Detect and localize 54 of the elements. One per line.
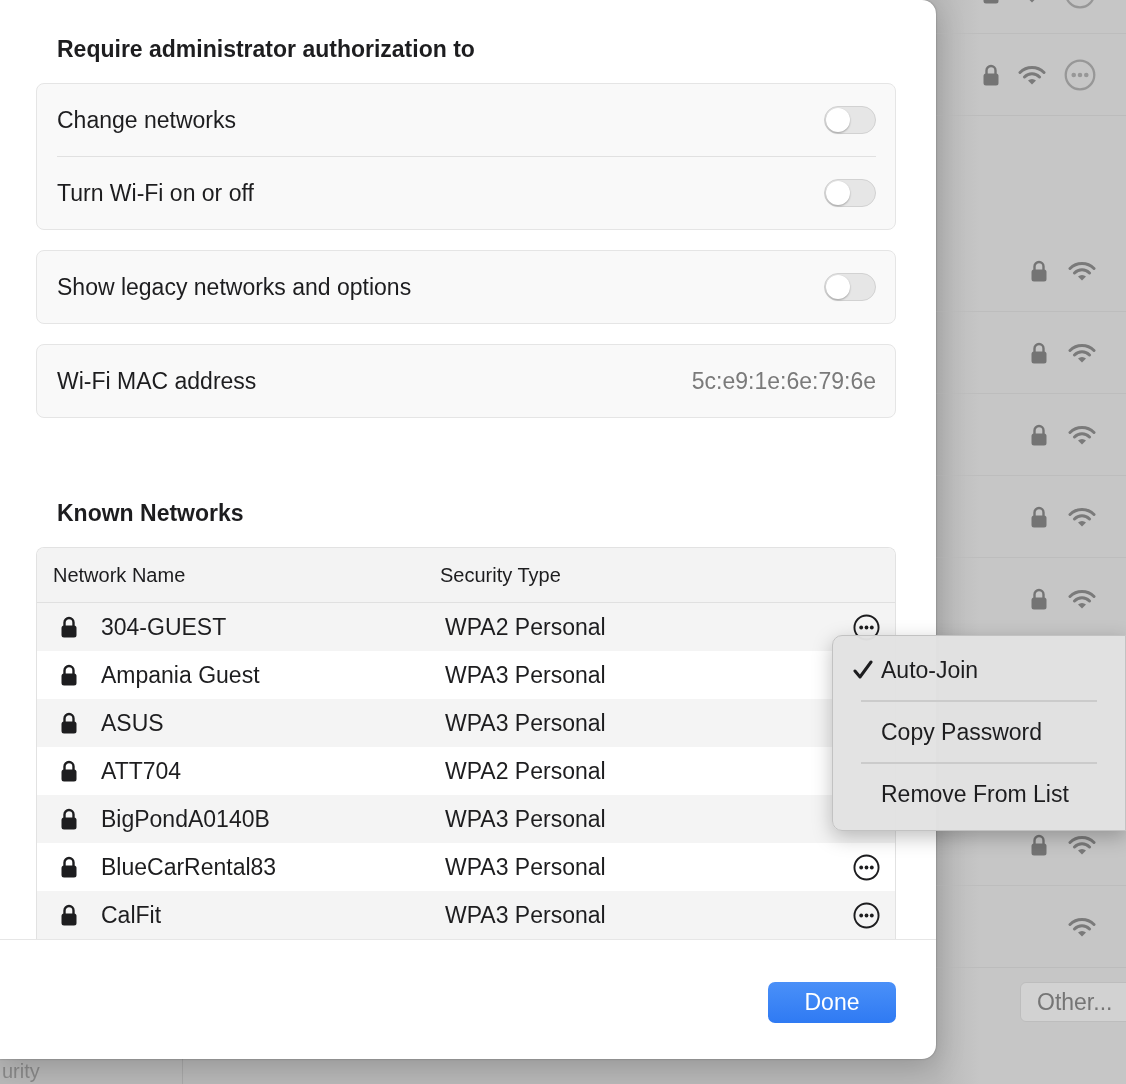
lock-icon (60, 664, 78, 686)
wifi-icon (1018, 64, 1046, 85)
setting-label: Turn Wi-Fi on or off (57, 179, 254, 207)
security-type: WPA3 Personal (445, 853, 607, 881)
lock-icon (60, 808, 78, 830)
wifi-icon (1068, 834, 1096, 855)
lock-icon (1030, 259, 1048, 282)
network-name: BlueCarRental83 (101, 853, 278, 881)
lock-icon (982, 63, 1000, 86)
security-type: WPA2 Personal (445, 757, 607, 785)
section-title: Require administrator authorization to (56, 35, 476, 64)
lock-icon (60, 616, 78, 638)
network-name: 304-GUEST (101, 613, 228, 641)
section-title: Known Networks (56, 499, 245, 528)
lock-icon (60, 712, 78, 734)
wifi-icon (1068, 342, 1096, 363)
wifi-icon (1068, 916, 1096, 937)
wifi-icon (1068, 588, 1096, 609)
security-type: WPA2 Personal (445, 613, 607, 641)
lock-icon (60, 904, 78, 926)
toggle-switch[interactable] (824, 273, 876, 301)
mac-address-value: 5c:e9:1e:6e:79:6e (691, 367, 876, 395)
network-name: CalFit (101, 901, 163, 929)
column-header[interactable]: Network Name (37, 563, 440, 587)
security-type: WPA3 Personal (445, 901, 607, 929)
more-icon[interactable] (852, 853, 880, 881)
column-header[interactable]: Security Type (440, 563, 561, 587)
toggle-switch[interactable] (824, 179, 876, 207)
menu-item[interactable]: Auto-Join (833, 642, 1125, 698)
setting-label: Change networks (57, 106, 236, 134)
security-type: WPA3 Personal (445, 709, 607, 737)
lock-icon (1030, 587, 1048, 610)
network-name: ATT704 (101, 757, 183, 785)
menu-item[interactable]: Remove From List (833, 766, 1125, 822)
menu-item[interactable]: Copy Password (833, 704, 1125, 760)
network-name: Ampania Guest (101, 661, 261, 689)
done-button[interactable]: Done (768, 982, 896, 1023)
more-icon[interactable] (852, 901, 880, 929)
network-name: BigPondA0140B (101, 805, 271, 833)
wifi-icon (1068, 424, 1096, 445)
lock-icon (60, 760, 78, 782)
security-type: WPA3 Personal (445, 805, 607, 833)
network-name: ASUS (101, 709, 165, 737)
lock-icon (1030, 833, 1048, 856)
setting-label: Show legacy networks and options (57, 273, 412, 301)
wifi-icon (1068, 260, 1096, 281)
security-type: WPA3 Personal (445, 661, 607, 689)
toggle-switch[interactable] (824, 106, 876, 134)
lock-icon (1030, 423, 1048, 446)
setting-label: Wi-Fi MAC address (57, 367, 257, 395)
lock-icon (1030, 341, 1048, 364)
lock-icon (60, 856, 78, 878)
lock-icon (1030, 505, 1048, 528)
wifi-icon (1068, 506, 1096, 527)
